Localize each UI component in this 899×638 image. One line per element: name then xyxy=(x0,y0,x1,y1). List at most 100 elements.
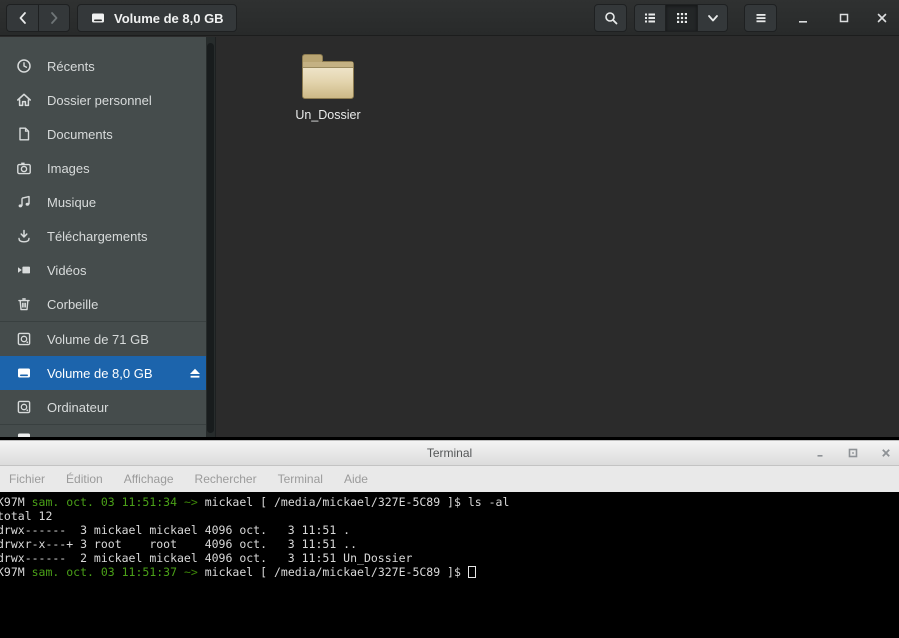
eject-button[interactable] xyxy=(187,365,203,384)
grid-view-icon xyxy=(674,10,690,26)
sidebar-item-label: Dossier personnel xyxy=(47,93,152,108)
prompt-host: K97M xyxy=(0,495,32,509)
menu-help[interactable]: Aide xyxy=(344,472,368,486)
nav-button-group xyxy=(6,4,70,32)
terminal-menubar: Fichier Édition Affichage Rechercher Ter… xyxy=(0,466,899,492)
terminal-titlebar[interactable]: Terminal xyxy=(0,440,899,466)
sidebar-item-label: Ordinateur xyxy=(47,400,108,415)
sidebar-item-home[interactable]: Dossier personnel xyxy=(0,83,215,117)
prompt-date: sam. oct. 03 11:51:37 xyxy=(32,565,184,579)
menu-terminal[interactable]: Terminal xyxy=(278,472,323,486)
disc-drive-icon xyxy=(16,331,32,347)
eject-icon xyxy=(187,365,203,381)
path-button[interactable]: Volume de 8,0 GB xyxy=(77,4,237,32)
chevron-down-icon xyxy=(705,10,721,26)
folder-un-dossier[interactable]: Un_Dossier xyxy=(274,47,382,122)
prompt-arrow: ~> xyxy=(184,495,205,509)
minimize-button[interactable] xyxy=(790,5,816,31)
terminal-output-line: drwx------ 2 mickael mickael 4096 oct. 3… xyxy=(0,551,899,565)
terminal-output-line: drwx------ 3 mickael mickael 4096 oct. 3… xyxy=(0,523,899,537)
sidebar-item-trash[interactable]: Corbeille xyxy=(0,287,215,321)
close-icon xyxy=(881,448,891,458)
list-view-icon xyxy=(642,10,658,26)
sidebar-item-videos[interactable]: Vidéos xyxy=(0,253,215,287)
terminal-maximize-button[interactable] xyxy=(846,446,860,460)
sidebar-item-label: Images xyxy=(47,161,90,176)
terminal-output-line: drwxr-x---+ 3 root root 4096 oct. 3 11:5… xyxy=(0,537,899,551)
list-view-button[interactable] xyxy=(634,4,666,32)
drive-icon xyxy=(90,10,106,26)
terminal-minimize-button[interactable] xyxy=(813,446,827,460)
sidebar-item-documents[interactable]: Documents xyxy=(0,117,215,151)
terminal-prompt-line: K97M sam. oct. 03 11:51:37 ~> mickael [ … xyxy=(0,565,899,579)
hamburger-menu-button[interactable] xyxy=(744,4,777,32)
search-button[interactable] xyxy=(594,4,627,32)
sidebar-item-music[interactable]: Musique xyxy=(0,185,215,219)
maximize-icon xyxy=(838,12,850,24)
grid-view-button[interactable] xyxy=(666,4,698,32)
close-button[interactable] xyxy=(869,5,895,31)
files-window: Volume de 8,0 GB xyxy=(0,0,899,437)
path-button-label: Volume de 8,0 GB xyxy=(114,11,224,26)
document-icon xyxy=(16,126,32,142)
sidebar-item-downloads[interactable]: Téléchargements xyxy=(0,219,215,253)
sidebar-item-computer[interactable]: Ordinateur xyxy=(0,390,215,424)
files-headerbar: Volume de 8,0 GB xyxy=(0,0,899,36)
forward-button[interactable] xyxy=(38,4,70,32)
minimize-icon xyxy=(815,448,825,458)
computer-drive-icon xyxy=(16,399,32,415)
sidebar-item-label: Récents xyxy=(47,59,95,74)
sidebar-item-label: Vidéos xyxy=(47,263,87,278)
sidebar-item-label: Volume de 8,0 GB xyxy=(47,366,153,381)
sidebar-item-volume-8gb[interactable]: Volume de 8,0 GB xyxy=(0,356,215,390)
sidebar-item-label: Documents xyxy=(47,127,113,142)
maximize-icon xyxy=(848,448,858,458)
prompt-arrow: ~> xyxy=(184,565,205,579)
home-icon xyxy=(16,92,32,108)
folder-icon xyxy=(302,61,354,99)
scrollbar-thumb[interactable] xyxy=(207,43,214,433)
terminal-output-line: total 12 xyxy=(0,509,899,523)
terminal-title: Terminal xyxy=(427,446,472,460)
menu-view[interactable]: Affichage xyxy=(124,472,174,486)
hard-drive-icon xyxy=(16,365,32,381)
sidebar-item-volume-71gb[interactable]: Volume de 71 GB xyxy=(0,322,215,356)
view-toggle-group xyxy=(634,4,728,32)
back-button[interactable] xyxy=(6,4,38,32)
view-options-button[interactable] xyxy=(698,4,728,32)
terminal-cursor xyxy=(468,566,476,578)
terminal-close-button[interactable] xyxy=(879,446,893,460)
prompt-host: K97M xyxy=(0,565,32,579)
prompt-command: ls -al xyxy=(468,495,510,509)
menu-edit[interactable]: Édition xyxy=(66,472,103,486)
close-icon xyxy=(876,12,888,24)
video-icon xyxy=(16,262,32,278)
music-icon xyxy=(16,194,32,210)
forward-icon xyxy=(46,10,62,26)
folder-label: Un_Dossier xyxy=(295,108,360,122)
menu-search[interactable]: Rechercher xyxy=(195,472,257,486)
terminal-prompt-line: K97M sam. oct. 03 11:51:34 ~> mickael [ … xyxy=(0,495,899,509)
hard-drive-icon xyxy=(16,430,32,437)
camera-icon xyxy=(16,160,32,176)
search-icon xyxy=(603,10,619,26)
download-icon xyxy=(16,228,32,244)
sidebar-item-label: Musique xyxy=(47,195,96,210)
sidebar-item-pictures[interactable]: Images xyxy=(0,151,215,185)
sidebar-item-label: Corbeille xyxy=(47,297,98,312)
terminal-window: Terminal Fichier Édition Affichage Reche… xyxy=(0,440,899,638)
files-content-area[interactable]: Un_Dossier xyxy=(215,37,899,437)
menu-file[interactable]: Fichier xyxy=(9,472,45,486)
sidebar-item-recents[interactable]: Récents xyxy=(0,49,215,83)
sidebar-scrollbar[interactable] xyxy=(206,37,215,437)
prompt-date: sam. oct. 03 11:51:34 xyxy=(32,495,184,509)
back-icon xyxy=(15,10,31,26)
terminal-screen[interactable]: K97M sam. oct. 03 11:51:34 ~> mickael [ … xyxy=(0,492,899,638)
maximize-button[interactable] xyxy=(831,5,857,31)
minimize-icon xyxy=(797,12,809,24)
hamburger-icon xyxy=(753,10,769,26)
terminal-window-controls xyxy=(813,441,893,465)
sidebar-item-partial[interactable] xyxy=(0,425,215,437)
sidebar-item-label: Volume de 71 GB xyxy=(47,332,149,347)
prompt-path: mickael [ /media/mickael/327E-5C89 ]$ xyxy=(205,495,468,509)
